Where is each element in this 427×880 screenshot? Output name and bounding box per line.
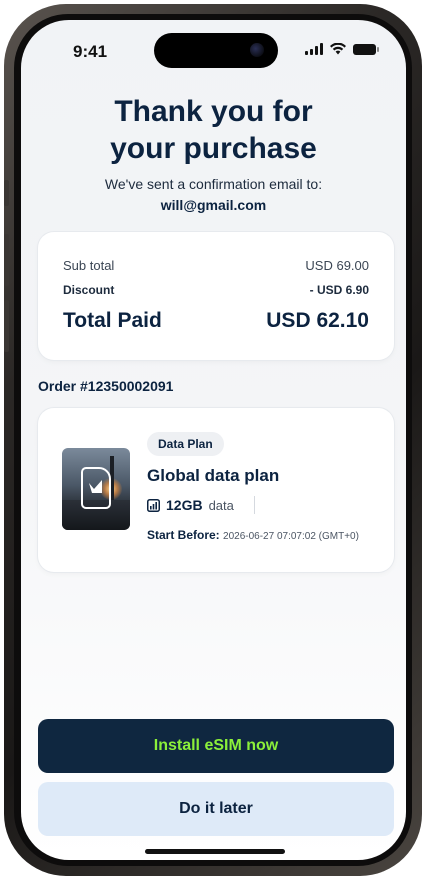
order-number: Order #12350002091	[38, 378, 174, 394]
camera-icon	[250, 43, 264, 57]
subtotal-row: Sub total USD 69.00	[63, 258, 369, 273]
discount-row: Discount - USD 6.90	[63, 283, 369, 297]
confirmation-text: We've sent a confirmation email to:	[104, 176, 323, 192]
data-allowance: 12GB data	[147, 496, 255, 514]
title-line-2: your purchase	[110, 132, 317, 165]
action-button	[4, 180, 9, 206]
status-icons	[305, 43, 379, 55]
divider	[253, 496, 255, 514]
do-it-later-button[interactable]: Do it later	[38, 782, 394, 836]
subtotal-value: USD 69.00	[305, 258, 369, 273]
plan-thumbnail	[62, 448, 130, 530]
battery-icon	[353, 43, 379, 55]
data-unit: data	[208, 497, 234, 513]
plan-card: Data Plan Global data plan 12GB data Sta…	[38, 408, 394, 572]
wifi-icon	[330, 43, 346, 55]
volume-down-button	[4, 300, 9, 352]
data-amount: 12GB	[166, 497, 203, 513]
status-time: 9:41	[73, 42, 108, 61]
subtotal-label: Sub total	[63, 258, 115, 273]
dynamic-island	[154, 33, 278, 68]
total-label: Total Paid	[63, 309, 162, 332]
discount-label: Discount	[63, 283, 115, 297]
start-before-label: Start Before:	[147, 528, 220, 542]
data-bars-icon	[147, 498, 160, 512]
plan-name: Global data plan	[147, 466, 280, 485]
confirmation-email: will@gmail.com	[160, 197, 267, 213]
start-before: Start Before: 2026-06-27 07:07:02 (GMT+0…	[147, 528, 359, 542]
install-esim-button[interactable]: Install eSIM now	[38, 719, 394, 773]
title-line-1: Thank you for	[114, 95, 313, 128]
plan-type-badge: Data Plan	[147, 432, 224, 456]
total-row: Total Paid USD 62.10	[63, 309, 369, 333]
start-before-value: 2026-06-27 07:07:02 (GMT+0)	[223, 531, 359, 542]
sim-card-icon	[81, 467, 111, 509]
discount-value: - USD 6.90	[309, 283, 369, 297]
screen: 9:41 Thank you for your purchase We've s…	[21, 20, 406, 860]
total-value: USD 62.10	[266, 309, 369, 332]
payment-summary-card: Sub total USD 69.00 Discount - USD 6.90 …	[38, 232, 394, 360]
volume-up-button	[4, 234, 9, 286]
home-indicator[interactable]	[145, 849, 285, 854]
signal-icon	[305, 43, 323, 55]
page-title: Thank you for your purchase	[21, 93, 406, 167]
